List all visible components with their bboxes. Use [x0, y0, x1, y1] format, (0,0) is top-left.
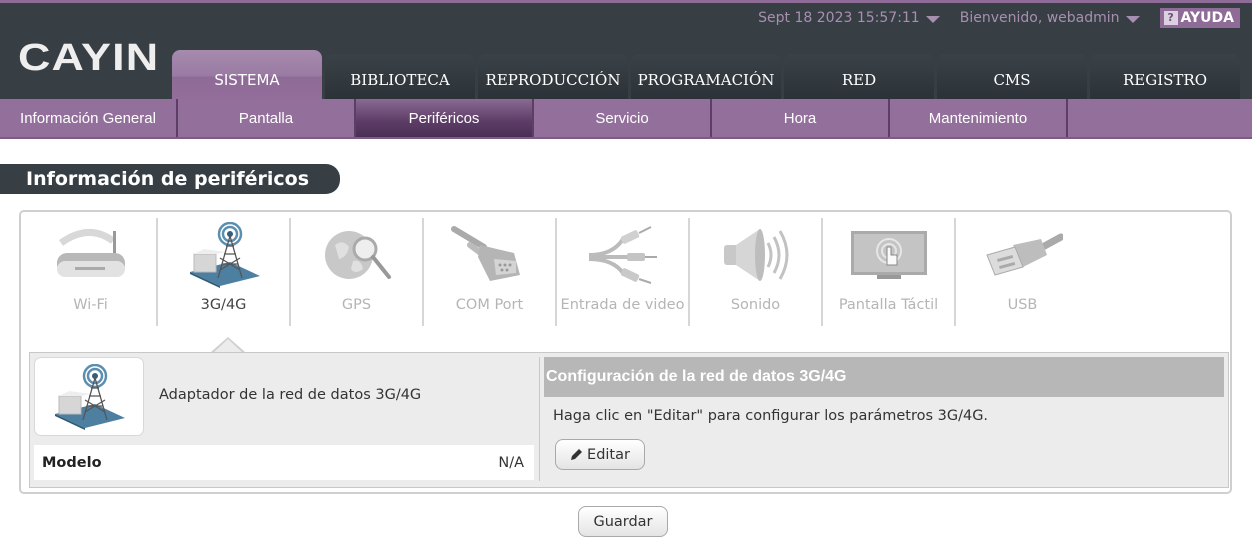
cayin-logo: CAYIN: [18, 37, 160, 79]
datetime-text: Sept 18 2023 15:57:11: [758, 10, 920, 26]
model-row: Modelo N/A: [34, 445, 534, 480]
sub-navigation: Información General Pantalla Periféricos…: [0, 99, 1252, 139]
device-gps[interactable]: GPS: [291, 218, 424, 326]
serial-connector-icon: [445, 222, 535, 288]
save-button[interactable]: Guardar: [578, 506, 668, 537]
tab-biblioteca[interactable]: BIBLIOTECA: [325, 54, 475, 102]
subtab-informacion-general[interactable]: Información General: [0, 99, 178, 137]
device-label: USB: [1007, 297, 1038, 313]
config-section: Configuración de la red de datos 3G/4G H…: [544, 357, 1224, 481]
subtab-perifericos[interactable]: Periféricos: [356, 99, 534, 137]
tab-registro[interactable]: REGISTRO: [1090, 54, 1240, 102]
device-com-port[interactable]: COM Port: [424, 218, 557, 326]
tab-red[interactable]: RED: [784, 54, 934, 102]
cell-tower-icon: [179, 222, 269, 288]
device-usb[interactable]: USB: [956, 218, 1089, 326]
pencil-icon: [571, 449, 583, 460]
cell-tower-icon: [34, 357, 144, 436]
tab-sistema[interactable]: SISTEMA: [172, 50, 322, 102]
subtab-hora[interactable]: Hora: [712, 99, 890, 137]
status-bar: Sept 18 2023 15:57:11 Bienvenido, webadm…: [758, 7, 1252, 29]
device-label: 3G/4G: [200, 297, 247, 313]
device-label: GPS: [341, 297, 372, 313]
subtab-servicio[interactable]: Servicio: [534, 99, 712, 137]
device-detail: Adaptador de la red de datos 3G/4G Model…: [29, 352, 1229, 488]
subtab-mantenimiento[interactable]: Mantenimiento: [890, 99, 1068, 137]
wifi-router-icon: [46, 222, 136, 288]
welcome-text: Bienvenido, webadmin: [959, 10, 1120, 26]
selection-pointer: [211, 337, 245, 353]
caret-down-icon: [1125, 15, 1140, 23]
speaker-icon: [711, 222, 801, 288]
config-text: Haga clic en "Editar" para configurar lo…: [553, 408, 989, 424]
user-dropdown[interactable]: Bienvenido, webadmin: [960, 10, 1140, 26]
edit-button[interactable]: Editar: [555, 439, 645, 470]
device-label: Entrada de video: [560, 297, 685, 313]
datetime-dropdown[interactable]: Sept 18 2023 15:57:11: [758, 10, 940, 26]
tab-cms[interactable]: CMS: [937, 54, 1087, 102]
help-label: AYUDA: [1180, 10, 1234, 26]
adapter-name: Adaptador de la red de datos 3G/4G: [159, 387, 422, 403]
touch-screen-icon: [844, 222, 934, 288]
device-info: Adaptador de la red de datos 3G/4G Model…: [34, 357, 534, 480]
config-title: Configuración de la red de datos 3G/4G: [544, 357, 1224, 397]
device-label: Pantalla Táctil: [838, 297, 939, 313]
usb-plug-icon: [978, 222, 1068, 288]
device-video-input[interactable]: Entrada de video: [557, 218, 690, 326]
device-label: Sonido: [730, 297, 781, 313]
model-label: Modelo: [42, 454, 102, 471]
model-value: N/A: [498, 454, 524, 471]
edit-label: Editar: [587, 446, 630, 463]
subtab-pantalla[interactable]: Pantalla: [178, 99, 356, 137]
device-touch-screen[interactable]: Pantalla Táctil: [823, 218, 956, 326]
tab-programacion[interactable]: PROGRAMACIÓN: [631, 54, 781, 102]
globe-search-icon: [312, 222, 402, 288]
tab-reproduccion[interactable]: REPRODUCCIÓN: [478, 54, 628, 102]
peripherals-panel: Wi-Fi 3G/4G GPS COM Port Entrada de vide…: [19, 210, 1232, 494]
main-tabs: SISTEMA BIBLIOTECA REPRODUCCIÓN PROGRAMA…: [172, 50, 1243, 102]
help-button[interactable]: ? AYUDA: [1159, 8, 1240, 28]
device-list: Wi-Fi 3G/4G GPS COM Port Entrada de vide…: [25, 218, 1089, 328]
question-icon: ?: [1163, 11, 1178, 25]
device-3g4g[interactable]: 3G/4G: [158, 218, 291, 326]
caret-down-icon: [925, 15, 940, 23]
device-label: COM Port: [455, 297, 524, 313]
rca-cable-icon: [578, 222, 668, 288]
divider: [539, 357, 540, 481]
device-sound[interactable]: Sonido: [690, 218, 823, 326]
page-title: Información de periféricos: [0, 164, 340, 194]
device-wifi[interactable]: Wi-Fi: [25, 218, 158, 326]
header: CAYIN Sept 18 2023 15:57:11 Bienvenido, …: [0, 3, 1252, 102]
device-label: Wi-Fi: [73, 297, 108, 313]
